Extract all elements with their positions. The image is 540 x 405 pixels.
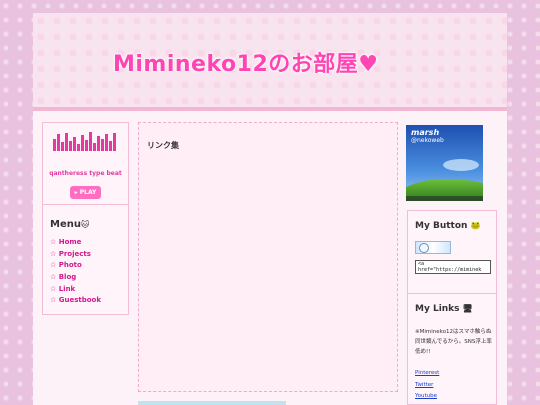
equalizer-visualizer (53, 131, 119, 151)
banner-name: marsh (411, 128, 440, 137)
eq-bar (65, 133, 68, 151)
menu-panel: Menu🐱 ☆ Home ☆ Projects ☆ Photo ☆ Blog ☆… (42, 204, 129, 315)
content-image-strip (138, 401, 286, 405)
menu-heading: Menu🐱 (50, 219, 90, 230)
track-title: qantheress type beat (49, 170, 122, 177)
eq-bar (57, 134, 60, 151)
site-header: Mimineko12のお部屋♥ (33, 13, 507, 111)
menu-item-guestbook[interactable]: ☆ Guestbook (50, 295, 101, 307)
eq-bar (85, 140, 88, 151)
menu-item-blog[interactable]: ☆ Blog (50, 272, 101, 284)
banner-handle: @nekoweb (411, 137, 444, 144)
embed-code-field[interactable]: <a href="https://miminek (415, 260, 491, 274)
music-player: qantheress type beat ▸ PLAY (42, 122, 129, 210)
eq-bar (61, 142, 64, 151)
button-character-icon (419, 243, 429, 253)
eq-bar (93, 143, 96, 151)
eq-bar (89, 132, 92, 151)
menu-item-home[interactable]: ☆ Home (50, 237, 101, 249)
play-label: PLAY (79, 189, 97, 196)
main-content: リンク集 (138, 122, 398, 392)
eq-bar (77, 144, 80, 151)
my-button-heading: My Button 🐸 (415, 221, 481, 231)
play-button[interactable]: ▸ PLAY (70, 186, 101, 199)
link-youtube[interactable]: Youtube (415, 393, 437, 399)
eq-bar (73, 137, 76, 151)
marsh-banner[interactable]: marsh @nekoweb (406, 125, 483, 201)
site-button-image[interactable] (415, 241, 451, 254)
eq-bar (113, 133, 116, 151)
menu-item-projects[interactable]: ☆ Projects (50, 249, 101, 261)
link-pinterest[interactable]: Pinterest (415, 370, 439, 376)
eq-bar (105, 134, 108, 151)
cat-icon: 🐱 (80, 220, 90, 229)
my-links-panel: My Links 🖥 ※Mimineko12はスマホ触らぬ同世類んでるから。SN… (407, 293, 497, 405)
link-twitter[interactable]: Twitter (415, 382, 433, 388)
computer-icon: 🖥 (462, 304, 473, 313)
my-links-heading: My Links 🖥 (415, 304, 473, 314)
my-button-panel: My Button 🐸 <a href="https://miminek (407, 210, 497, 297)
eq-bar (109, 141, 112, 151)
page-title: リンク集 (147, 141, 179, 150)
eq-bar (97, 136, 100, 151)
frog-icon: 🐸 (470, 221, 481, 230)
eq-bar (101, 139, 104, 151)
menu-item-photo[interactable]: ☆ Photo (50, 260, 101, 272)
site-title: Mimineko12のお部屋♥ (113, 52, 379, 77)
eq-bar (81, 135, 84, 151)
eq-bar (53, 139, 56, 151)
eq-bar (69, 141, 72, 151)
links-note: ※Mimineko12はスマホ触らぬ同世類んでるから。SNS浮上率低め!! (415, 329, 492, 355)
menu-list: ☆ Home ☆ Projects ☆ Photo ☆ Blog ☆ Link … (50, 237, 101, 307)
menu-item-link[interactable]: ☆ Link (50, 284, 101, 296)
